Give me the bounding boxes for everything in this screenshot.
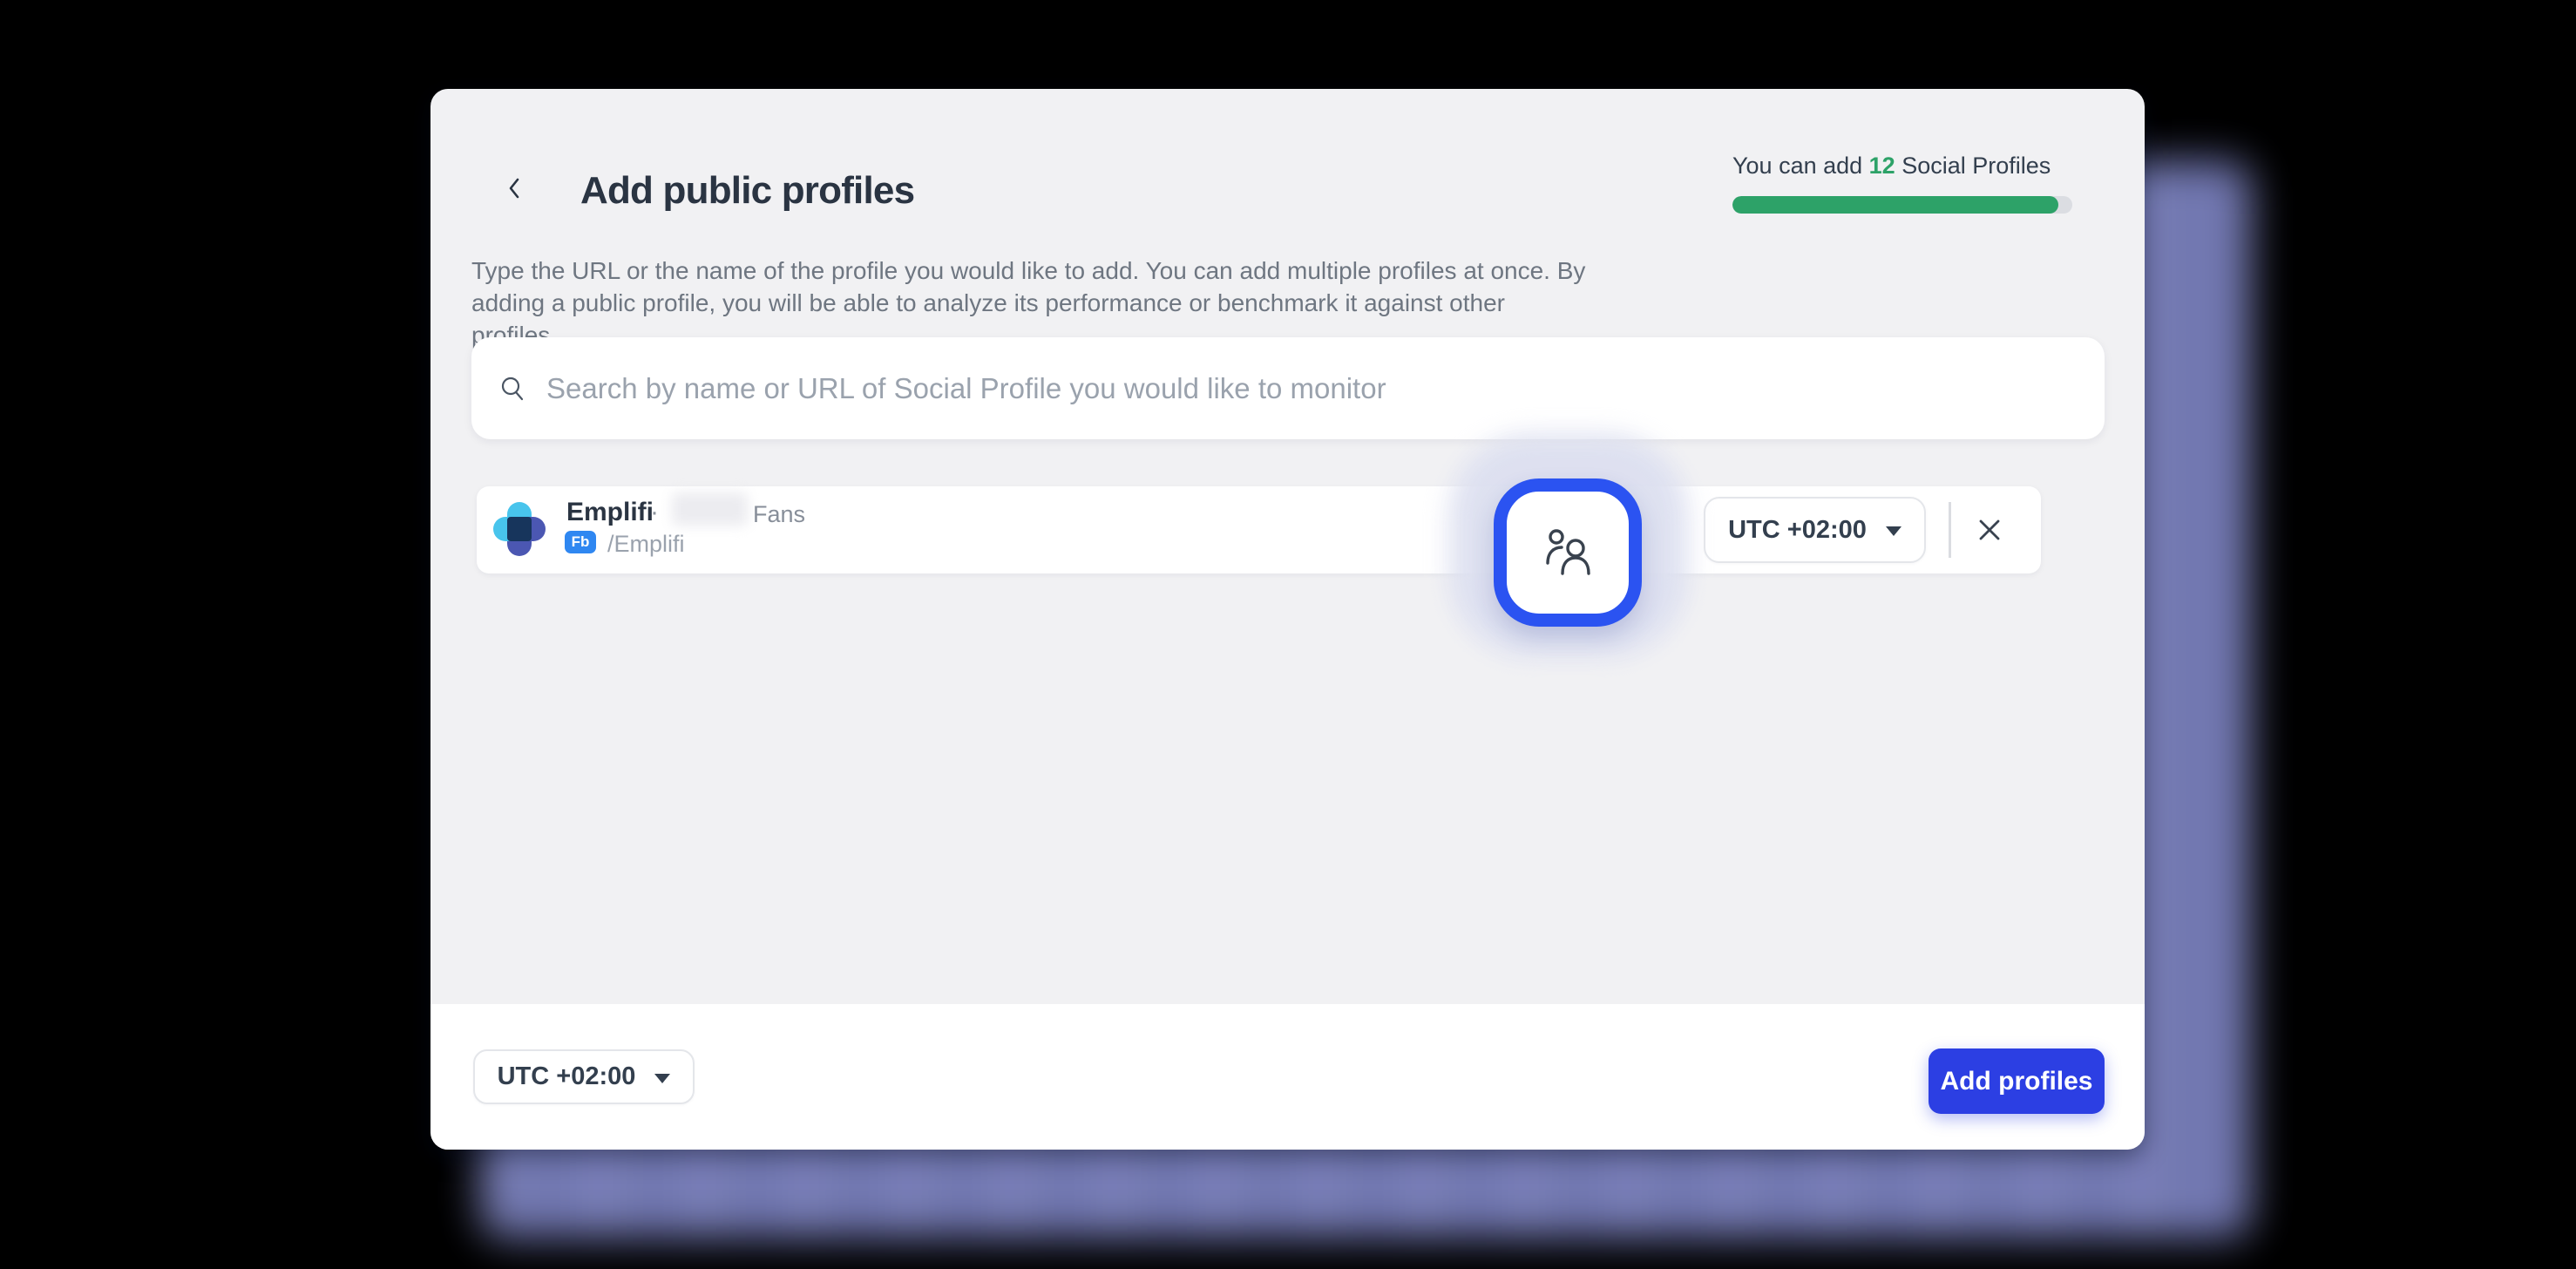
back-button[interactable] [494,167,536,209]
drag-cursor-badge [1494,478,1642,627]
canvas: Add public profiles You can add 12 Socia… [0,0,2576,1269]
profile-handle: /Emplifi [607,531,685,558]
users-icon [1543,528,1592,577]
remove-profile-button[interactable] [1969,509,2010,551]
profile-name: Emplifi [566,498,654,527]
row-timezone-value: UTC +02:00 [1728,516,1867,545]
redacted-fans-count [672,492,748,526]
footer-timezone-dropdown[interactable]: UTC +02:00 [473,1049,695,1104]
quota-progress-fill [1732,196,2058,214]
row-divider [1949,502,1951,558]
profile-row[interactable]: Emplifi · Fans Fb /Emplifi UTC +02:00 [477,486,2041,573]
quota-block: You can add 12 Social Profiles [1732,151,2072,214]
caret-down-icon [654,1074,670,1083]
quota-suffix: Social Profiles [1895,153,2051,179]
profile-separator: · [650,498,659,527]
search-icon [498,374,527,404]
quota-prefix: You can add [1732,153,1869,179]
add-profiles-button[interactable]: Add profiles [1929,1048,2105,1114]
page-title: Add public profiles [580,169,914,213]
fans-label: Fans [753,501,805,528]
chevron-left-icon [500,173,530,203]
quota-progress [1732,196,2072,214]
caret-down-icon [1886,526,1901,536]
emplifi-logo [492,501,546,557]
close-icon [1974,514,2005,546]
footer-timezone-value: UTC +02:00 [498,1062,636,1091]
search-bar [471,337,2105,439]
row-timezone-dropdown[interactable]: UTC +02:00 [1704,497,1926,563]
quota-text: You can add 12 Social Profiles [1732,151,2072,180]
facebook-network-badge: Fb [565,531,596,553]
modal-footer: UTC +02:00 Add profiles [430,1004,2145,1150]
quota-count: 12 [1869,153,1895,179]
search-input[interactable] [546,372,2078,405]
add-public-profiles-modal: Add public profiles You can add 12 Socia… [430,89,2145,1150]
